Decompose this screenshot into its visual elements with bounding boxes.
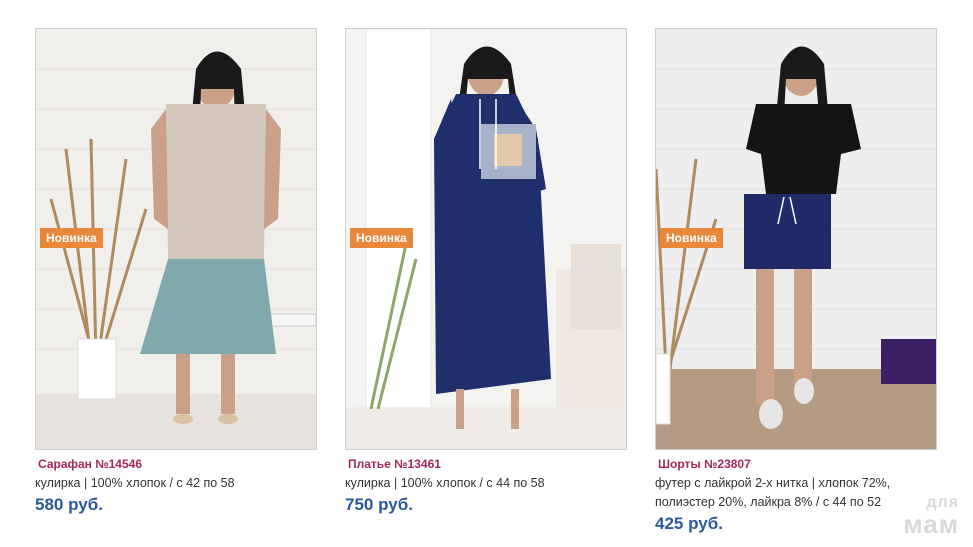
- product-photo[interactable]: Новинка: [655, 28, 937, 450]
- new-badge: Новинка: [40, 228, 103, 248]
- watermark-line2: мам: [903, 509, 959, 539]
- product-card: Новинка Платье №13461 кулирка | 100% хло…: [345, 28, 627, 516]
- product-price: 425 руб.: [655, 514, 723, 533]
- new-badge: Новинка: [350, 228, 413, 248]
- new-badge: Новинка: [660, 228, 723, 248]
- product-description: футер с лайкрой 2-х нитка | хлопок 72%, …: [655, 476, 891, 509]
- product-card: Новинка Сарафан №14546 кулирка | 100% хл…: [35, 28, 317, 516]
- product-price: 750 руб.: [345, 495, 413, 514]
- site-watermark-logo: для мам: [903, 495, 959, 539]
- product-price: 580 руб.: [35, 495, 103, 514]
- product-title[interactable]: Сарафан №14546: [38, 456, 317, 472]
- product-description: кулирка | 100% хлопок / с 44 по 58: [345, 476, 545, 490]
- product-card: Новинка Шорты №23807 футер с лайкрой 2-х…: [655, 28, 937, 535]
- product-title[interactable]: Платье №13461: [348, 456, 627, 472]
- product-title[interactable]: Шорты №23807: [658, 456, 937, 472]
- product-description: кулирка | 100% хлопок / с 42 по 58: [35, 476, 235, 490]
- product-photo[interactable]: Новинка: [35, 28, 317, 450]
- product-photo[interactable]: Новинка: [345, 28, 627, 450]
